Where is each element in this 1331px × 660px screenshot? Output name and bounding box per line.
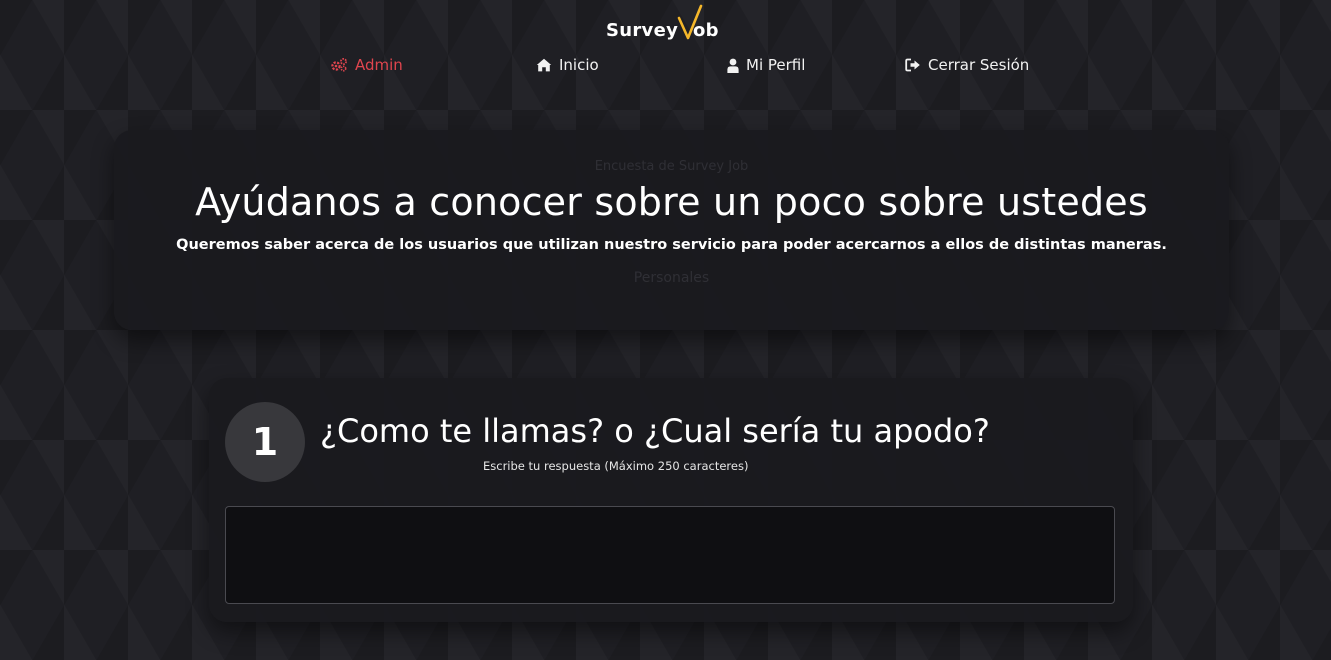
survey-subtitle: Queremos saber acerca de los usuarios qu… bbox=[176, 237, 1167, 253]
question-card: 1 ¿Como te llamas? o ¿Cual sería tu apod… bbox=[209, 378, 1133, 622]
survey-title: Ayúdanos a conocer sobre un poco sobre u… bbox=[195, 180, 1148, 224]
survey-intro-card: Encuesta de Survey Job Ayúdanos a conoce… bbox=[114, 130, 1229, 330]
question-number-badge: 1 bbox=[225, 402, 305, 482]
site-header: Survey ob bbox=[0, 0, 1331, 48]
user-icon bbox=[727, 58, 739, 73]
logo-text-job: ob bbox=[693, 20, 719, 41]
sign-out-icon bbox=[905, 58, 920, 72]
home-icon bbox=[536, 58, 552, 72]
nav-item-cerrar-sesion[interactable]: Cerrar Sesión bbox=[905, 52, 1029, 78]
nav-item-inicio[interactable]: Inicio bbox=[536, 52, 599, 78]
nav-label-inicio: Inicio bbox=[559, 56, 599, 74]
nav-item-admin[interactable]: Admin bbox=[330, 52, 403, 78]
nav-label-mi-perfil: Mi Perfil bbox=[746, 56, 806, 74]
main-nav: Admin Inicio Mi Perfil Cerrar Sesión bbox=[0, 52, 1331, 78]
survey-eyebrow: Encuesta de Survey Job bbox=[594, 159, 749, 174]
nav-label-cerrar-sesion: Cerrar Sesión bbox=[928, 56, 1030, 74]
answer-textarea[interactable] bbox=[225, 506, 1115, 604]
nav-label-admin: Admin bbox=[355, 56, 403, 74]
survey-category: Personales bbox=[633, 270, 710, 286]
gears-icon bbox=[331, 58, 347, 72]
nav-item-mi-perfil[interactable]: Mi Perfil bbox=[727, 52, 805, 78]
brand-logo[interactable]: Survey ob bbox=[606, 4, 726, 44]
question-title: ¿Como te llamas? o ¿Cual sería tu apodo? bbox=[320, 412, 990, 450]
question-hint: Escribe tu respuesta (Máximo 250 caracte… bbox=[483, 459, 749, 473]
logo-text-survey: Survey bbox=[606, 20, 679, 41]
